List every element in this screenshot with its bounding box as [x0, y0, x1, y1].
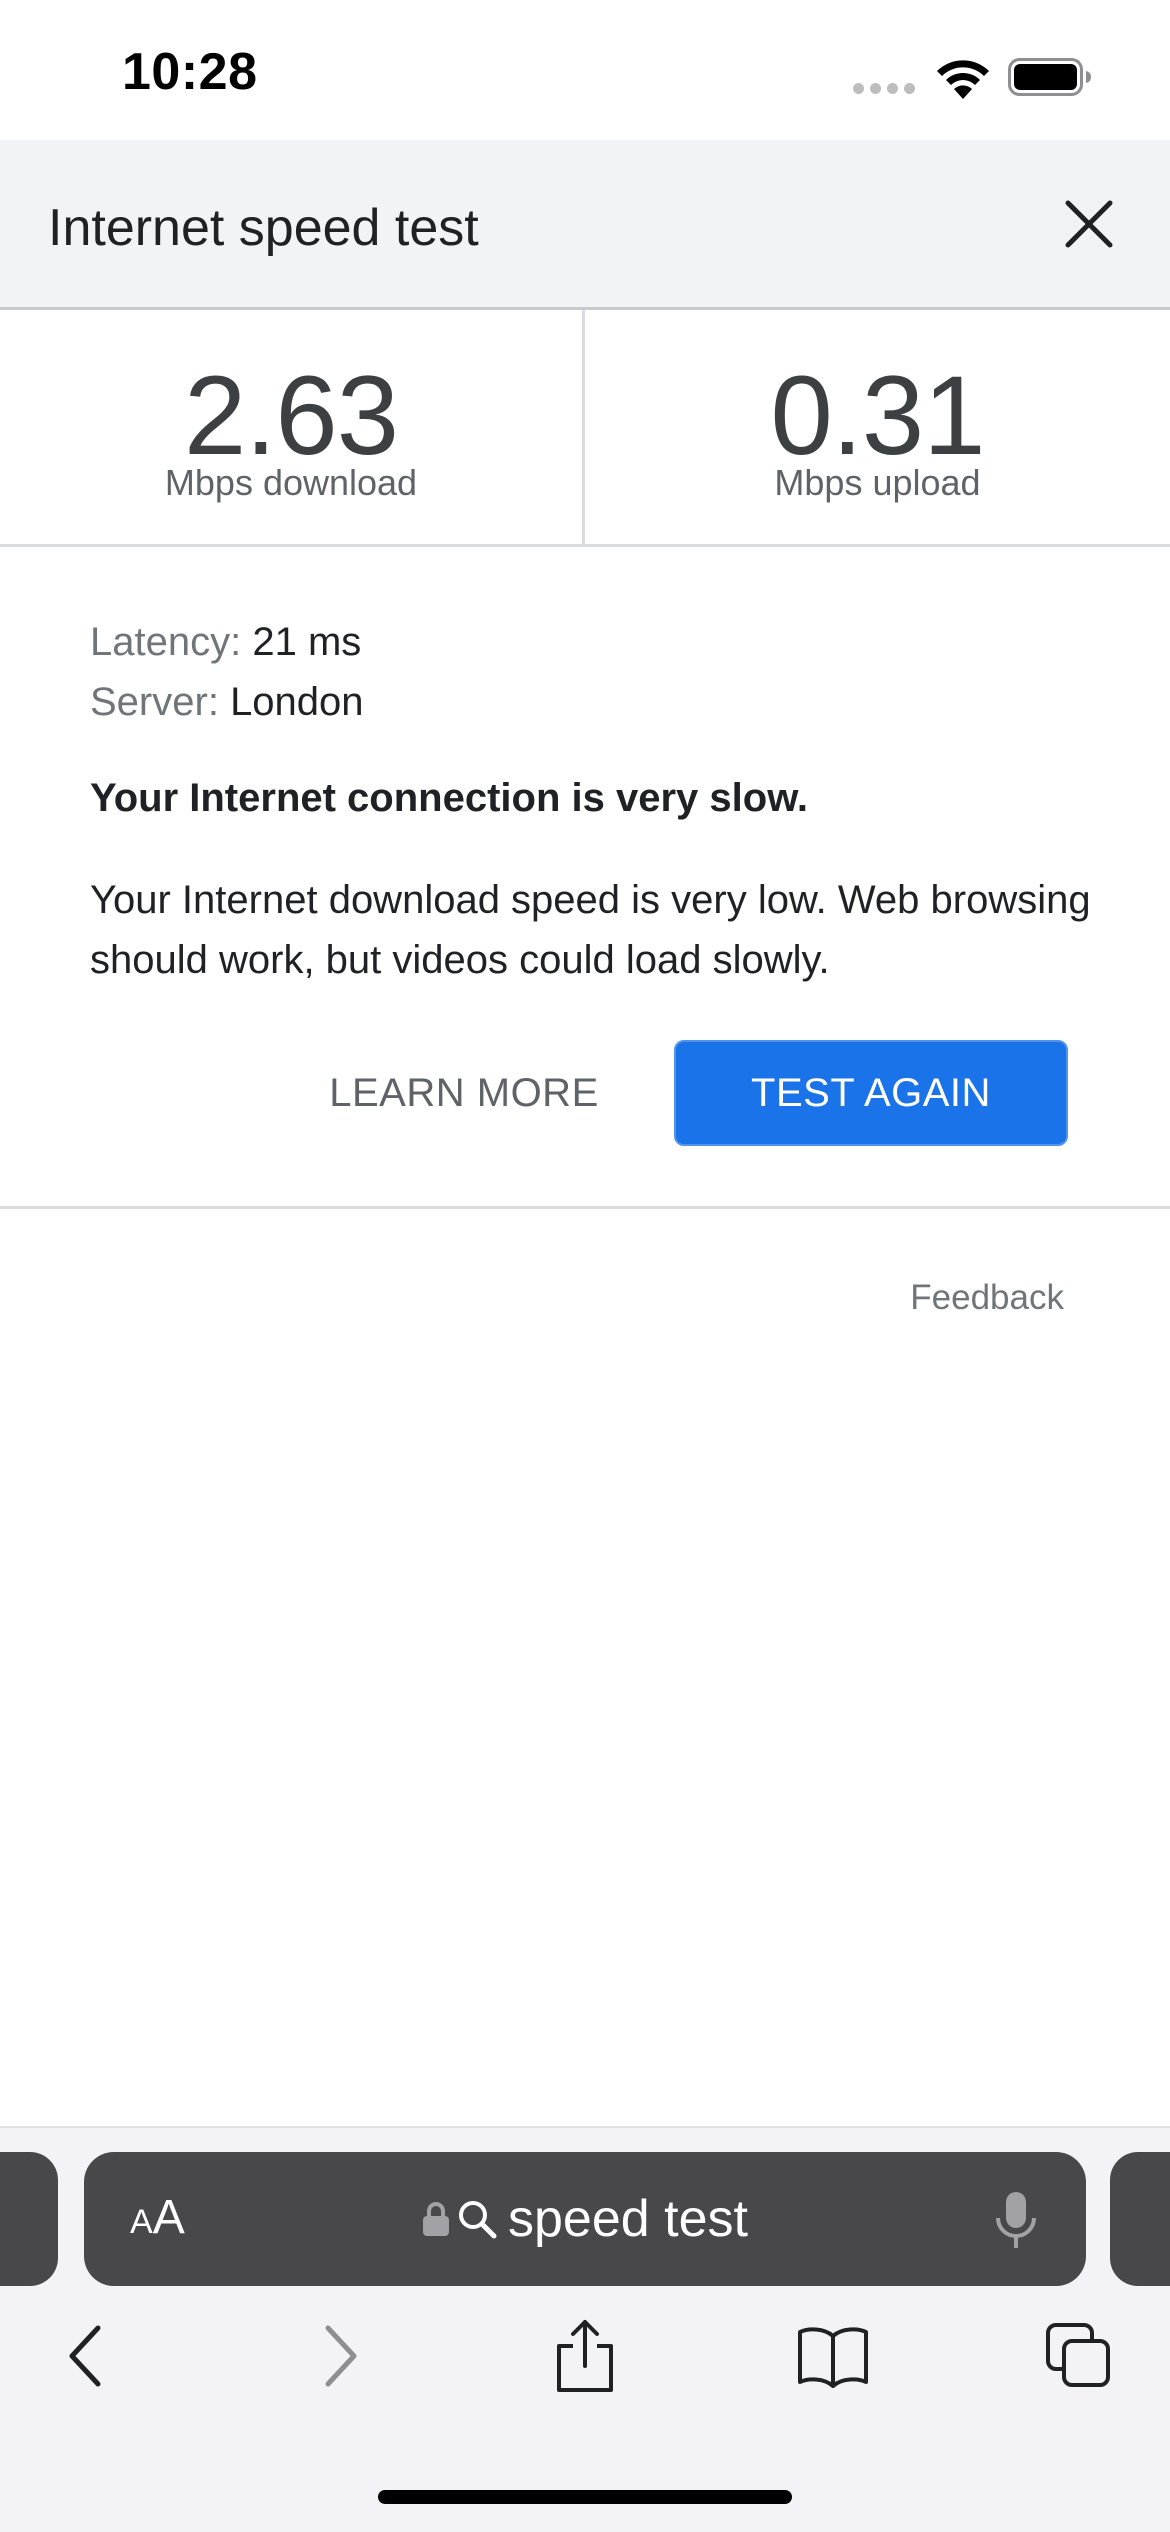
learn-more-button[interactable]: LEARN MORE: [300, 1040, 628, 1146]
test-again-button[interactable]: TEST AGAIN: [674, 1040, 1068, 1146]
download-value: 2.63: [184, 353, 399, 478]
section-divider: [0, 1206, 1170, 1209]
tabs-icon: [1046, 2323, 1110, 2387]
page-settings-button[interactable]: AA: [130, 2190, 185, 2250]
latency-value: 21 ms: [252, 620, 362, 664]
address-bar[interactable]: AA speed test: [84, 2152, 1086, 2286]
bookmarks-button[interactable]: [793, 2316, 873, 2396]
forward-button[interactable]: [300, 2316, 380, 2396]
feedback-link[interactable]: Feedback: [910, 1278, 1064, 1318]
cellular-signal-icon: [853, 83, 915, 94]
status-bar: 10:28: [0, 0, 1170, 140]
share-button[interactable]: [545, 2316, 625, 2396]
latency-line: Latency: 21 ms: [90, 612, 1080, 672]
book-icon: [798, 2327, 868, 2388]
status-time: 10:28: [122, 43, 258, 101]
speed-results: 2.63 Mbps download 0.31 Mbps upload: [0, 310, 1170, 547]
server-value: London: [230, 680, 364, 724]
download-label: Mbps download: [164, 462, 418, 503]
next-tab-preview[interactable]: [1110, 2152, 1170, 2286]
home-indicator: [378, 2490, 792, 2504]
upload-result: 0.31 Mbps upload: [585, 310, 1170, 544]
server-key: Server:: [90, 680, 219, 724]
address-text: speed test: [508, 2190, 748, 2248]
latency-key: Latency:: [90, 620, 242, 664]
chevron-right-icon: [325, 2325, 357, 2387]
server-line: Server: London: [90, 672, 1080, 732]
browser-nav-row: [0, 2316, 1170, 2412]
speed-description: Your Internet download speed is very low…: [90, 878, 1091, 982]
search-icon: [459, 2201, 497, 2239]
address-field[interactable]: speed test: [422, 2186, 748, 2252]
chevron-left-icon: [69, 2325, 101, 2387]
connection-verdict: Your Internet connection is very slow.: [90, 776, 808, 820]
speed-test-header: Internet speed test: [0, 140, 1170, 310]
share-icon: [557, 2320, 613, 2392]
page-title: Internet speed test: [48, 199, 479, 257]
close-button[interactable]: [1058, 193, 1120, 255]
battery-icon: [1008, 58, 1091, 96]
download-result: 2.63 Mbps download: [0, 310, 585, 544]
lock-icon: [423, 2202, 449, 2236]
microphone-icon[interactable]: [994, 2190, 1038, 2250]
previous-tab-preview[interactable]: [0, 2152, 58, 2286]
back-button[interactable]: [46, 2316, 126, 2396]
test-details: Latency: 21 ms Server: London: [90, 612, 1080, 732]
tabs-button[interactable]: [1039, 2316, 1119, 2396]
upload-label: Mbps upload: [774, 462, 981, 503]
wifi-icon: [937, 60, 989, 99]
upload-value: 0.31: [770, 353, 986, 478]
close-icon: [1065, 200, 1113, 248]
